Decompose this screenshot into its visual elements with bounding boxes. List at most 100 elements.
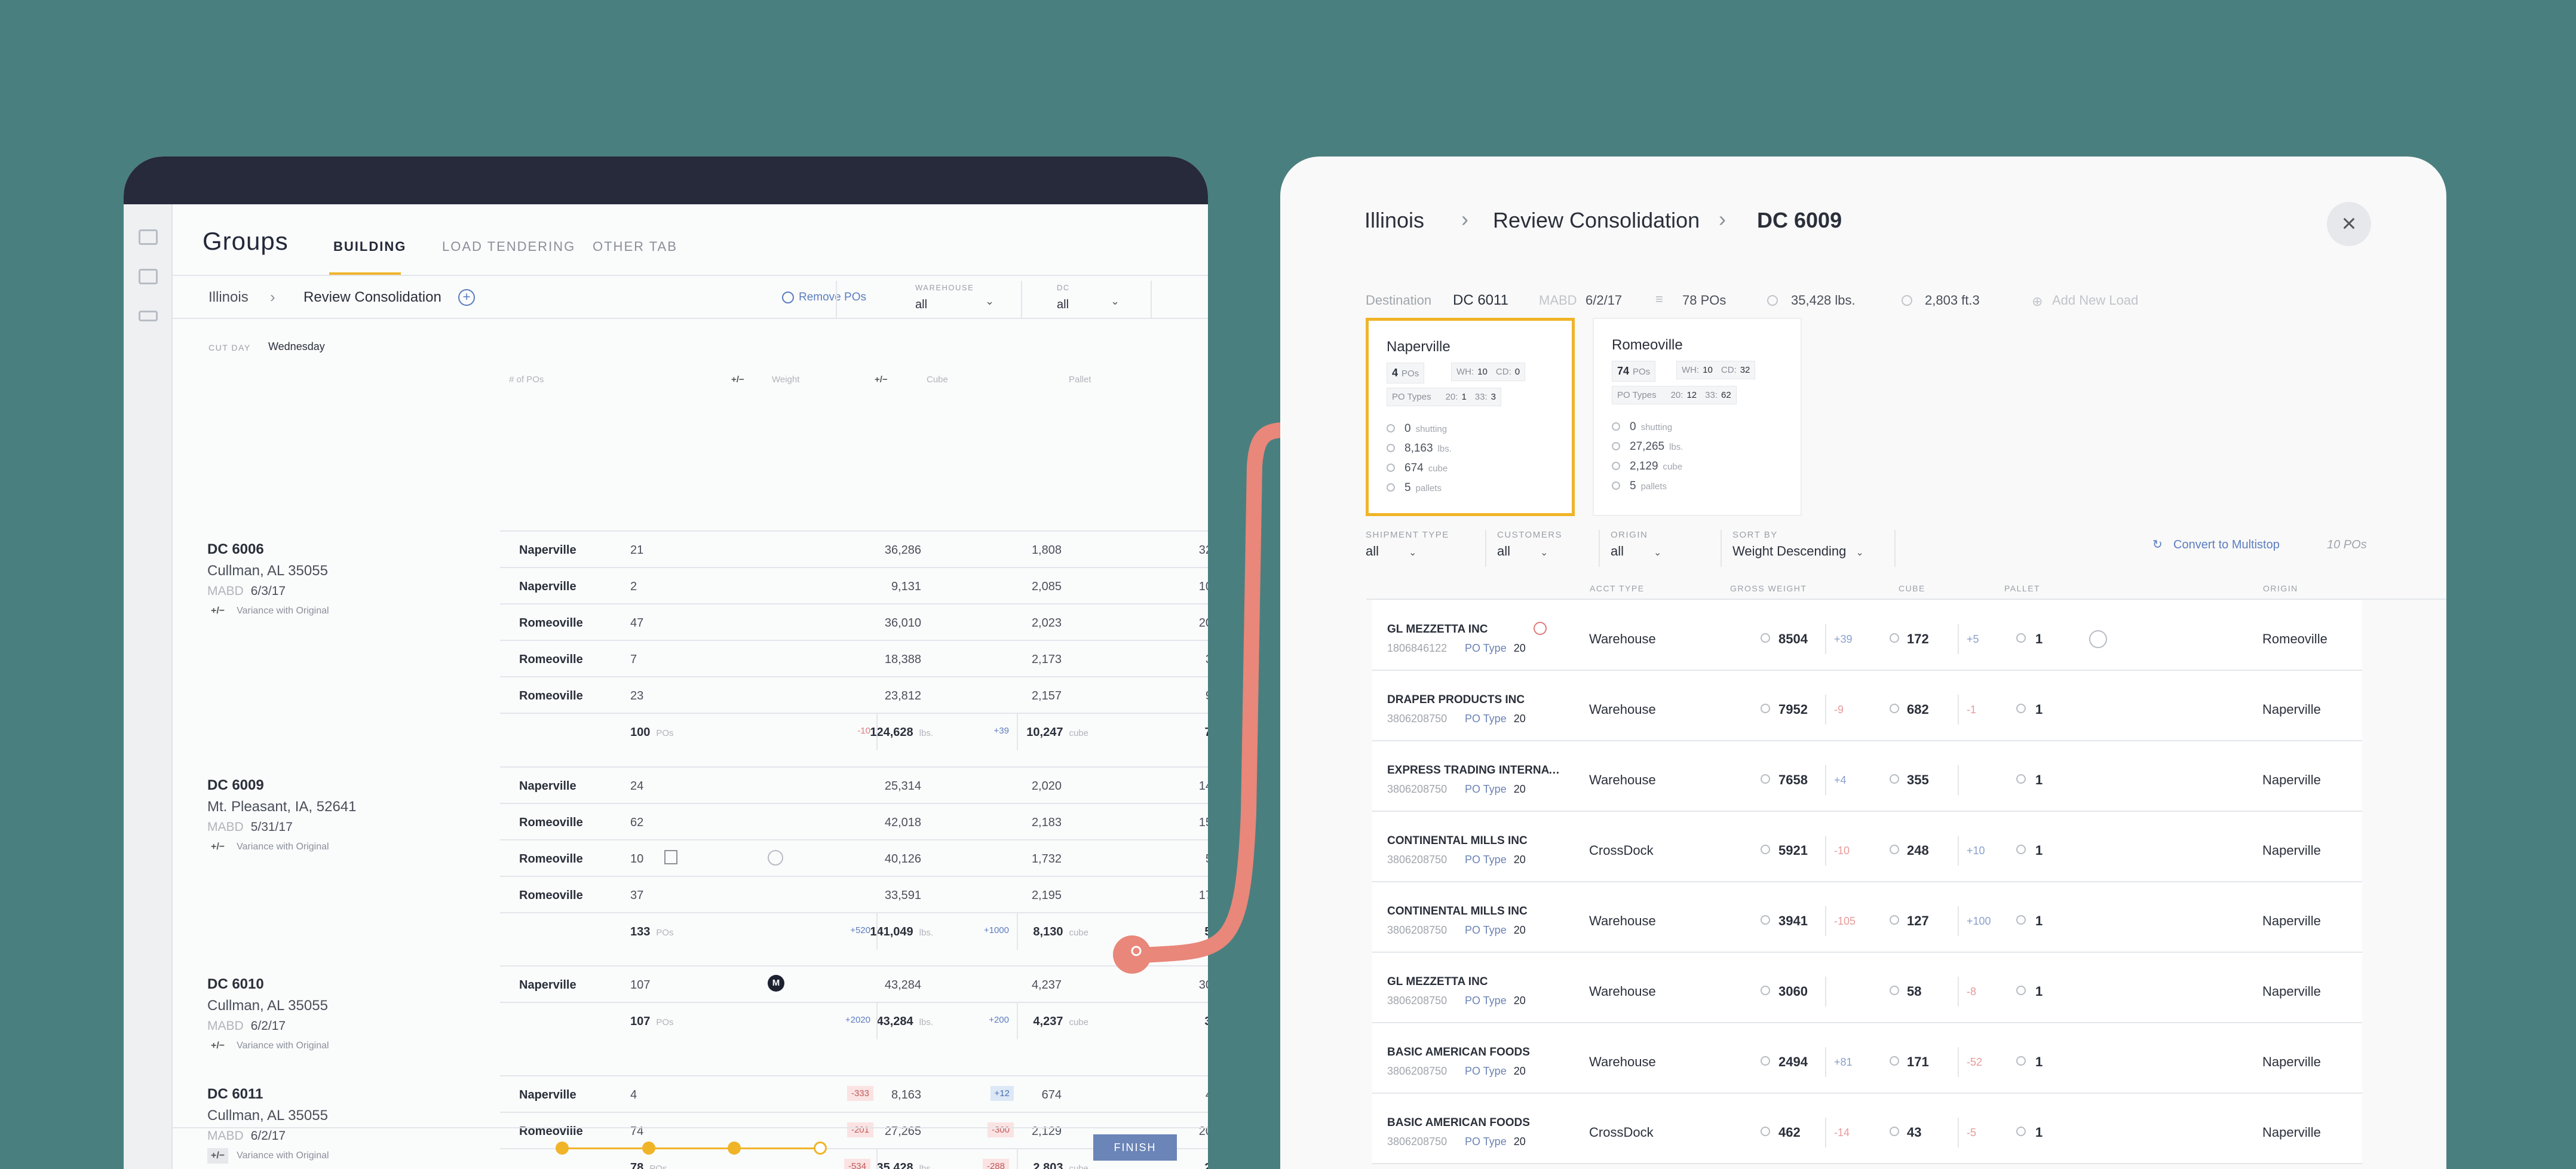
- filter-value[interactable]: all ⌄: [1366, 544, 1449, 559]
- variance-button[interactable]: +/−: [207, 1038, 228, 1054]
- t33-label: 33:: [1705, 390, 1718, 400]
- pos-summary: 78 POs: [1682, 293, 1726, 308]
- filter-value[interactable]: all ⌄: [1611, 544, 1661, 559]
- po-row[interactable]: BASIC AMERICAN FOODS 3806208750 PO Type 20 C…: [1372, 1094, 2362, 1164]
- filter-value[interactable]: all ⌄: [1497, 544, 1562, 559]
- origin-value: Naperville: [2262, 984, 2321, 999]
- weight-icon: [1761, 915, 1770, 925]
- load-card-naperville[interactable]: Naperville 4 POs WH: 10 CD: 0 PO Types 20: 1 33: 3 0…: [1366, 318, 1575, 516]
- chevron-down-icon[interactable]: ⌄: [1654, 548, 1661, 558]
- variance-button[interactable]: +/−: [207, 1148, 229, 1164]
- stat-value: 2,129: [1630, 460, 1658, 472]
- add-new-load-button[interactable]: Add New Load: [2052, 293, 2138, 308]
- weight-icon: [1612, 442, 1620, 450]
- cube-variance: +1000: [983, 925, 1009, 935]
- close-icon[interactable]: ×: [2327, 202, 2371, 246]
- cube-icon: [1890, 1127, 1899, 1136]
- table-row[interactable]: Naperville2136,2861,80832: [500, 530, 1208, 567]
- refresh-icon[interactable]: ↻: [2152, 537, 2163, 552]
- card-stat: 8,163 lbs.: [1387, 442, 1452, 455]
- po-type-value: 20: [1513, 924, 1526, 936]
- step-dot-current[interactable]: [814, 1142, 827, 1155]
- origin-value: Naperville: [2262, 843, 2321, 858]
- table-row[interactable]: Romeoville2323,8122,1579: [500, 676, 1208, 713]
- po-count: 10 POs: [2327, 538, 2367, 551]
- table-row[interactable]: Naperville2425,3142,02014: [500, 766, 1208, 803]
- po-type: PO Type 20: [1465, 713, 1526, 725]
- pallet-value: 1: [2035, 702, 2043, 717]
- weight-icon: [1387, 444, 1395, 452]
- filter-shipment-type[interactable]: SHIPMENT TYPE all ⌄: [1366, 530, 1449, 559]
- divider: [1825, 624, 1826, 654]
- load-card-romeoville[interactable]: Romeoville 74 POs WH: 10 CD: 32 PO Types 20: 12 33…: [1593, 318, 1802, 516]
- pallet-icon: [1387, 483, 1395, 492]
- card-stat: 5 pallets: [1612, 480, 1667, 493]
- cube-cell: 2,157: [1031, 689, 1062, 702]
- weight-cell: 43,284: [884, 978, 921, 992]
- step-dot[interactable]: [642, 1142, 655, 1155]
- po-id: 3806208750: [1387, 783, 1448, 795]
- table-row[interactable]: Naperville10743,2844,23730M: [500, 965, 1208, 1002]
- pallet-icon: [2016, 633, 2026, 643]
- chevron-down-icon[interactable]: ⌄: [1856, 548, 1863, 558]
- filter-sort-by[interactable]: SORT BY Weight Descending ⌄: [1732, 530, 1864, 559]
- total-cube: 8,130 cube: [1033, 925, 1088, 939]
- po-row[interactable]: GL MEZZETTA INC 3806208750 PO Type 20 Wareho…: [1372, 953, 2362, 1023]
- filter-origin[interactable]: ORIGIN all ⌄: [1611, 530, 1661, 559]
- dc-address: Cullman, AL 35055: [207, 563, 328, 579]
- table-row[interactable]: Romeoville3733,5912,19517: [500, 876, 1208, 912]
- acct-type: Warehouse: [1589, 1054, 1656, 1069]
- weight-icon: [1761, 1056, 1770, 1066]
- chevron-down-icon[interactable]: ⌄: [1409, 548, 1416, 558]
- cube-icon: [1890, 986, 1899, 995]
- cube-variance: -1: [1967, 704, 1977, 716]
- card-potype-box: PO Types 20: 1 33: 3: [1387, 388, 1501, 406]
- breadcrumb-illinois[interactable]: Illinois: [1364, 208, 1424, 233]
- card-pos-box: 74 POs: [1612, 361, 1656, 382]
- stat-value: 27,265: [1630, 440, 1665, 453]
- po-row[interactable]: CONTINENTAL MILLS INC 3806208750 PO Type 20…: [1372, 882, 2362, 953]
- divider: [1958, 836, 1959, 866]
- total-pallets: 24pallets: [1204, 1161, 1208, 1169]
- table-row[interactable]: Romeoville4736,0102,02320: [500, 603, 1208, 640]
- cube-cell: 4,237: [1031, 978, 1062, 992]
- po-row[interactable]: DRAPER PRODUCTS INC 3806208750 PO Type 20 Wa…: [1372, 671, 2362, 741]
- pallet-value: 1: [2035, 1054, 2043, 1069]
- po-row[interactable]: CONTINENTAL MILLS INC 3806208750 PO Type 20…: [1372, 812, 2362, 882]
- table-row[interactable]: Romeoville1040,1261,7325: [500, 839, 1208, 876]
- cube-variance: +39: [993, 726, 1009, 736]
- filter-customers[interactable]: CUSTOMERS all ⌄: [1497, 530, 1562, 559]
- po-id: 3806208750: [1387, 1065, 1448, 1077]
- t33-value: 3: [1491, 392, 1496, 402]
- total-pos: 78 POs: [630, 1161, 667, 1169]
- chevron-down-icon[interactable]: ⌄: [1540, 548, 1548, 558]
- finish-button[interactable]: FINISH: [1093, 1134, 1177, 1161]
- table-row[interactable]: Romeoville6242,0182,18315: [500, 803, 1208, 839]
- table-row[interactable]: Romeoville718,3882,1733: [500, 640, 1208, 676]
- po-row[interactable]: EXPRESS TRADING INTERNATIONAL 3806208750 P…: [1372, 741, 2362, 812]
- dc-address: Cullman, AL 35055: [207, 998, 328, 1014]
- filter-value[interactable]: Weight Descending ⌄: [1732, 544, 1864, 559]
- pos-cell: 7: [630, 653, 637, 666]
- add-icon[interactable]: ⊕: [2032, 294, 2043, 309]
- total-pallets-value: 24: [1204, 1161, 1208, 1169]
- origin-cell: Romeoville: [519, 852, 583, 866]
- po-type-label: PO Type: [1465, 713, 1507, 725]
- table-row[interactable]: Naperville 4 -333 8,163 +12 674 4: [500, 1075, 1208, 1112]
- convert-multistop-button[interactable]: Convert to Multistop: [2173, 538, 2280, 552]
- weight-cell: 36,286: [884, 544, 921, 557]
- variance-button[interactable]: +/−: [207, 839, 228, 855]
- po-type-label: PO Type: [1465, 642, 1507, 654]
- variance-button[interactable]: +/−: [207, 603, 228, 619]
- po-type-label: PO Type: [1465, 854, 1507, 866]
- po-type-label: PO Type: [1465, 995, 1507, 1007]
- table-row[interactable]: Naperville29,1312,08510: [500, 567, 1208, 603]
- po-type-value: 20: [1513, 1065, 1526, 1077]
- po-row[interactable]: BASIC AMERICAN FOODS 3806208750 PO Type 20 W…: [1372, 1023, 2362, 1094]
- step-dot[interactable]: [728, 1142, 741, 1155]
- acct-type: Warehouse: [1589, 702, 1656, 717]
- divider: [1825, 906, 1826, 936]
- step-dot[interactable]: [556, 1142, 569, 1155]
- breadcrumb-review[interactable]: Review Consolidation: [1493, 208, 1700, 233]
- po-row[interactable]: GL MEZZETTA INC 1806846122 PO Type 20 Wareho…: [1372, 600, 2362, 671]
